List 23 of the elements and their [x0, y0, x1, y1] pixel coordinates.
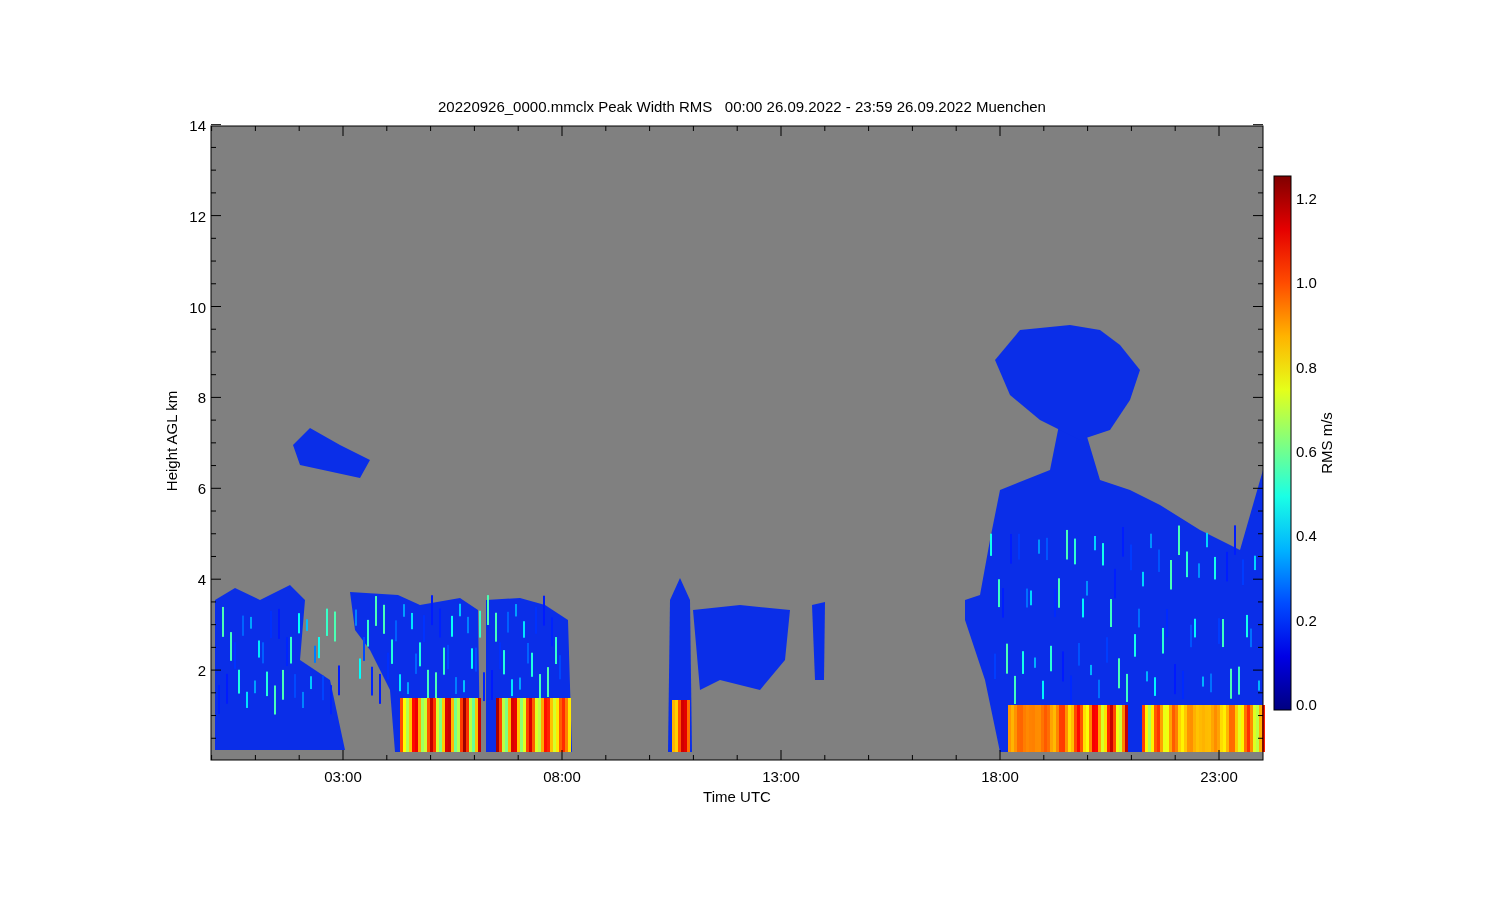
colorbar-tick-label: 0.6 [1296, 443, 1317, 460]
y-tick-label: 4 [197, 571, 206, 589]
colorbar-tick-label: 0.0 [1296, 696, 1317, 713]
plot-title: 20220926_0000.mmclx Peak Width RMS 00:00 26.09.2022 - 23:59 26.09.2022 Muenchen [438, 98, 1046, 115]
x-tick-label: 23:00 [1200, 768, 1238, 785]
colorbar-tick-label: 0.4 [1296, 527, 1317, 545]
colorbar-label: RMS m/s [1318, 412, 1335, 474]
y-tick-label: 6 [197, 480, 206, 498]
x-tick-label: 03:00 [324, 768, 362, 785]
y-tick-label: 14 [189, 116, 206, 134]
x-tick-label: 13:00 [762, 768, 800, 785]
colorbar-tick-label: 0.8 [1296, 358, 1317, 376]
y-axis-label: Height AGL km [163, 390, 180, 492]
y-tick-label: 12 [189, 207, 206, 225]
x-axis-label: Time UTC [703, 788, 771, 805]
y-tick-label: 10 [189, 298, 206, 316]
colorbar-tick-label: 1.2 [1296, 189, 1317, 207]
colorbar-tick-label: 0.2 [1296, 611, 1317, 629]
y-tick-label: 2 [197, 662, 206, 680]
colorbar-tick-label: 1.0 [1296, 274, 1317, 292]
x-tick-label: 08:00 [543, 768, 581, 785]
x-tick-label: 18:00 [981, 768, 1019, 785]
y-tick-label: 8 [197, 389, 206, 407]
